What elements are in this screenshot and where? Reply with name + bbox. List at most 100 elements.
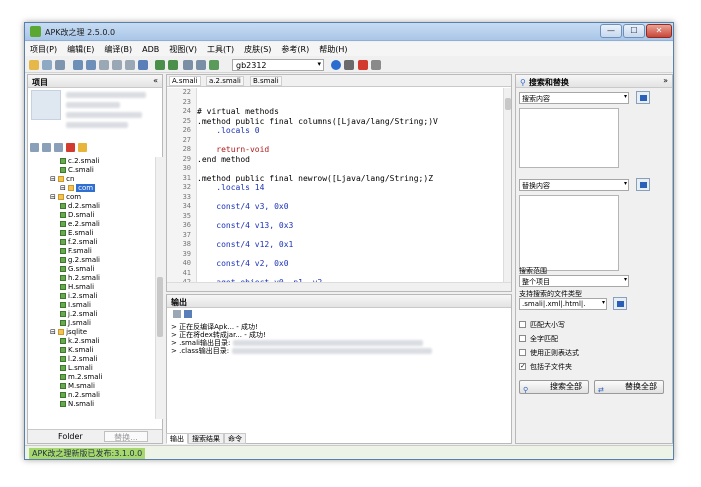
replace-dots-button[interactable]: 替换...: [104, 431, 148, 442]
scope-select[interactable]: 整个项目 ▾: [519, 275, 629, 287]
tree-file[interactable]: d.2.smali: [30, 202, 150, 211]
encoding-select[interactable]: gb2312 ▾: [232, 59, 324, 71]
tree-folder[interactable]: ⊟ cn: [30, 175, 150, 184]
save-all-icon[interactable]: [86, 60, 96, 70]
find-icon[interactable]: [138, 60, 148, 70]
tab-command[interactable]: 命令: [224, 433, 246, 444]
close-project-icon[interactable]: [55, 60, 65, 70]
include-subfolders-checkbox[interactable]: 包括子文件夹: [519, 362, 572, 372]
expander-icon[interactable]: ⊟: [50, 193, 58, 201]
expander-icon[interactable]: ⊟: [50, 175, 58, 183]
tree-file[interactable]: G.smali: [30, 265, 150, 274]
menu-tools[interactable]: 工具(T): [202, 42, 239, 57]
code-area[interactable]: # virtual methods .method public final co…: [197, 88, 503, 282]
expander-icon[interactable]: ⊟: [50, 328, 58, 336]
tree-file[interactable]: k.2.smali: [30, 337, 150, 346]
collapse-icon[interactable]: [42, 143, 51, 152]
tab-a-smali[interactable]: A.smali: [169, 76, 201, 86]
match-case-checkbox[interactable]: 匹配大小写: [519, 320, 565, 330]
search-all-button[interactable]: ⚲ 搜索全部: [519, 380, 589, 394]
menu-adb[interactable]: ADB: [137, 43, 164, 56]
redo-icon[interactable]: [168, 60, 178, 70]
tree-file[interactable]: e.2.smali: [30, 220, 150, 229]
undo-icon[interactable]: [155, 60, 165, 70]
title-bar[interactable]: APK改之理 2.5.0.0 — ☐ ✕: [25, 23, 673, 41]
replace-input[interactable]: 替换内容 ▾: [519, 179, 629, 191]
search-history-button[interactable]: [636, 91, 650, 104]
recent-icon[interactable]: [42, 60, 52, 70]
tab-output[interactable]: 输出: [166, 433, 188, 444]
menu-reference[interactable]: 参考(R): [276, 42, 314, 57]
whole-word-checkbox[interactable]: 全字匹配: [519, 334, 558, 344]
tree-file[interactable]: j.2.smali: [30, 310, 150, 319]
tree-file[interactable]: L.smali: [30, 364, 150, 373]
tree-file[interactable]: I.smali: [30, 301, 150, 310]
tree-file[interactable]: i.2.smali: [30, 292, 150, 301]
tree-file[interactable]: m.2.smali: [30, 373, 150, 382]
update-notice-link[interactable]: APK改之理新版已发布:3.1.0.0: [29, 448, 146, 459]
tab-search-results[interactable]: 搜索结果: [188, 433, 224, 444]
menu-skin[interactable]: 皮肤(S): [239, 42, 276, 57]
scroll-thumb[interactable]: [157, 277, 163, 337]
favorite-icon[interactable]: [78, 143, 87, 152]
home-icon[interactable]: [371, 60, 381, 70]
tree-file[interactable]: C.smali: [30, 166, 150, 175]
editor-hscroll[interactable]: [167, 282, 511, 291]
tree-file[interactable]: J.smali: [30, 319, 150, 328]
folder-tab[interactable]: Folder: [58, 432, 83, 441]
close-button[interactable]: ✕: [646, 24, 672, 38]
delete-icon[interactable]: [66, 143, 75, 152]
tree-folder[interactable]: ⊟ jsqlite: [30, 328, 150, 337]
filetype-select[interactable]: .smali|.xml|.html|. ▾: [519, 298, 607, 310]
info-icon[interactable]: [331, 60, 341, 70]
cut-icon[interactable]: [99, 60, 109, 70]
search-text-area[interactable]: [519, 108, 619, 168]
maximize-button[interactable]: ☐: [623, 24, 645, 38]
editor-vscroll[interactable]: [503, 88, 511, 282]
collapse-left-icon[interactable]: «: [153, 76, 158, 85]
regex-checkbox[interactable]: 使用正则表达式: [519, 348, 579, 358]
replace-text-area[interactable]: [519, 195, 619, 271]
menu-project[interactable]: 项目(P): [25, 42, 62, 57]
menu-help[interactable]: 帮助(H): [314, 42, 352, 57]
clear-icon[interactable]: [173, 310, 181, 318]
filetype-edit-button[interactable]: [613, 297, 627, 310]
copy-icon[interactable]: [112, 60, 122, 70]
red-square-icon[interactable]: [358, 60, 368, 70]
menu-view[interactable]: 视图(V): [164, 42, 202, 57]
expand-icon[interactable]: [54, 143, 63, 152]
open-project-icon[interactable]: [29, 60, 39, 70]
tree-file[interactable]: E.smali: [30, 229, 150, 238]
collapse-right-icon[interactable]: »: [663, 76, 668, 85]
binoculars-icon[interactable]: [183, 60, 193, 70]
tree-folder[interactable]: ⊟ com: [30, 193, 150, 202]
tree-file[interactable]: N.smali: [30, 400, 150, 409]
tree-scrollbar[interactable]: [155, 157, 163, 419]
pointer-icon[interactable]: [344, 60, 354, 70]
tab-b-smali[interactable]: B.smali: [250, 76, 282, 86]
replace-history-button[interactable]: [636, 178, 650, 191]
paste-icon[interactable]: [125, 60, 135, 70]
replace-all-button[interactable]: ⇄ 替换全部: [594, 380, 664, 394]
tree-file[interactable]: g.2.smali: [30, 256, 150, 265]
tree-file[interactable]: c.2.smali: [30, 157, 150, 166]
scroll-thumb[interactable]: [505, 98, 511, 110]
tree-file[interactable]: n.2.smali: [30, 391, 150, 400]
tree-file[interactable]: H.smali: [30, 283, 150, 292]
tree-file[interactable]: F.smali: [30, 247, 150, 256]
save-icon[interactable]: [73, 60, 83, 70]
tree-file[interactable]: K.smali: [30, 346, 150, 355]
menu-build[interactable]: 编译(B): [99, 42, 137, 57]
tree-file[interactable]: M.smali: [30, 382, 150, 391]
minimize-button[interactable]: —: [600, 24, 622, 38]
expander-icon[interactable]: ⊟: [60, 184, 68, 192]
copy-output-icon[interactable]: [184, 310, 192, 318]
tree-file[interactable]: l.2.smali: [30, 355, 150, 364]
search-input[interactable]: 搜索内容 ▾: [519, 92, 629, 104]
tree-folder[interactable]: ⊟ com: [30, 184, 150, 193]
tree-file[interactable]: h.2.smali: [30, 274, 150, 283]
refresh-icon[interactable]: [30, 143, 39, 152]
tree-file[interactable]: D.smali: [30, 211, 150, 220]
tab-a2-smali[interactable]: a.2.smali: [206, 76, 244, 86]
replace-icon[interactable]: [196, 60, 206, 70]
